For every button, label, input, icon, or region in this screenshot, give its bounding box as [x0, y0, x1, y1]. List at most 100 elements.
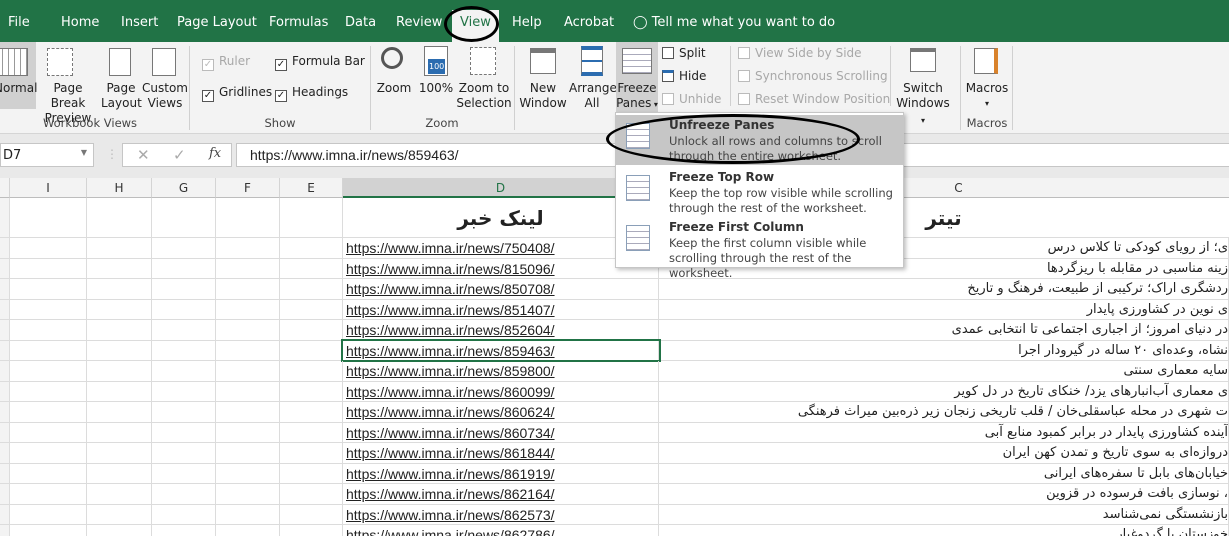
cell[interactable]	[216, 422, 280, 442]
link-cell[interactable]: https://www.imna.ir/news/862786/	[343, 525, 659, 536]
cell[interactable]	[216, 320, 280, 340]
cell[interactable]	[152, 238, 216, 258]
zoom-to-selection-button[interactable]: Zoom to Selection	[456, 42, 512, 111]
title-cell[interactable]: ، نوسازی بافت فرسوده در قزوین	[659, 484, 1229, 504]
cell[interactable]	[216, 258, 280, 278]
link-cell[interactable]: https://www.imna.ir/news/850708/	[343, 279, 659, 299]
cell[interactable]	[280, 320, 343, 340]
cell[interactable]	[280, 402, 343, 422]
cell[interactable]	[87, 402, 152, 422]
title-cell[interactable]: خیابان‌های بابل تا سفره‌های ایرانی	[659, 463, 1229, 483]
split-button[interactable]: Split	[662, 46, 706, 60]
cell[interactable]	[280, 340, 343, 360]
cell[interactable]	[10, 443, 87, 463]
cell[interactable]	[216, 238, 280, 258]
column-header-d[interactable]: D	[343, 178, 659, 198]
cell[interactable]	[152, 361, 216, 381]
row-header[interactable]	[0, 443, 10, 463]
row-header[interactable]	[0, 381, 10, 401]
zoom-button[interactable]: Zoom	[374, 42, 414, 96]
link-cell[interactable]: https://www.imna.ir/news/851407/	[343, 299, 659, 319]
tab-file[interactable]: File	[8, 15, 30, 30]
cell[interactable]	[87, 198, 152, 237]
tab-page-layout[interactable]: Page Layout	[177, 15, 257, 30]
link-cell[interactable]: https://www.imna.ir/news/859463/	[341, 338, 661, 362]
cell[interactable]	[152, 299, 216, 319]
enter-icon[interactable]: ✓	[173, 146, 186, 164]
cell[interactable]	[280, 381, 343, 401]
cell[interactable]	[152, 381, 216, 401]
macros-button[interactable]: Macros ▾	[964, 42, 1010, 111]
tab-home[interactable]: Home	[61, 15, 99, 30]
cell[interactable]	[152, 443, 216, 463]
cell[interactable]	[216, 381, 280, 401]
cell[interactable]	[10, 463, 87, 483]
cell[interactable]	[216, 402, 280, 422]
cell[interactable]	[216, 198, 280, 237]
arrange-all-button[interactable]: Arrange All	[569, 42, 617, 111]
cell[interactable]	[10, 238, 87, 258]
menu-item-freeze-first-column[interactable]: Freeze First Column Keep the first colum…	[616, 217, 903, 280]
title-cell[interactable]: ت شهری در محله عباسقلی‌خان / قلب تاریخی …	[659, 402, 1229, 422]
link-cell[interactable]: https://www.imna.ir/news/862164/	[343, 484, 659, 504]
cell[interactable]	[152, 258, 216, 278]
cell[interactable]	[280, 361, 343, 381]
link-cell[interactable]: https://www.imna.ir/news/852604/	[343, 320, 659, 340]
row-header[interactable]	[0, 402, 10, 422]
cell[interactable]	[216, 443, 280, 463]
cell[interactable]	[87, 361, 152, 381]
tab-formulas[interactable]: Formulas	[269, 15, 328, 30]
cell[interactable]	[152, 402, 216, 422]
cell[interactable]	[87, 299, 152, 319]
cell[interactable]	[10, 320, 87, 340]
cell[interactable]	[10, 198, 87, 237]
link-cell[interactable]: https://www.imna.ir/news/750408/	[343, 238, 659, 258]
cell[interactable]	[280, 443, 343, 463]
cell-d1[interactable]: لینک خبر	[343, 198, 659, 237]
select-all-corner[interactable]	[0, 178, 10, 198]
cell[interactable]	[152, 504, 216, 524]
cell[interactable]	[87, 238, 152, 258]
row-header[interactable]	[0, 422, 10, 442]
cell[interactable]	[280, 525, 343, 536]
row-header[interactable]	[0, 279, 10, 299]
cell[interactable]	[152, 198, 216, 237]
cell[interactable]	[152, 422, 216, 442]
row-header[interactable]	[0, 504, 10, 524]
title-cell[interactable]: سایه معماری سنتی	[659, 361, 1229, 381]
column-header-h[interactable]: H	[87, 178, 152, 198]
cell[interactable]	[280, 238, 343, 258]
name-box[interactable]: D7 ▼	[0, 143, 94, 167]
tab-data[interactable]: Data	[345, 15, 376, 30]
row-header[interactable]	[0, 484, 10, 504]
cell[interactable]	[216, 340, 280, 360]
cell[interactable]	[280, 258, 343, 278]
title-cell[interactable]: خوزستان با گردوغبار	[659, 525, 1229, 536]
title-cell[interactable]: در دنیای امروز؛ از اجباری اجتماعی تا انت…	[659, 320, 1229, 340]
link-cell[interactable]: https://www.imna.ir/news/859800/	[343, 361, 659, 381]
cell[interactable]	[87, 525, 152, 536]
hide-button[interactable]: Hide	[662, 69, 706, 83]
title-cell[interactable]: ی نوین در کشاورزی پایدار	[659, 299, 1229, 319]
tab-acrobat[interactable]: Acrobat	[564, 15, 614, 30]
row-header[interactable]	[0, 258, 10, 278]
row-header[interactable]	[0, 299, 10, 319]
cell[interactable]	[216, 484, 280, 504]
insert-function-icon[interactable]: fx	[209, 146, 221, 161]
cell[interactable]	[10, 525, 87, 536]
column-header-g[interactable]: G	[152, 178, 216, 198]
link-cell[interactable]: https://www.imna.ir/news/815096/	[343, 258, 659, 278]
cell[interactable]	[216, 525, 280, 536]
page-break-preview-button[interactable]: Page Break Preview	[37, 42, 99, 126]
cell[interactable]	[10, 504, 87, 524]
title-cell[interactable]: نشاه، وعده‌ای ۲۰ ساله در گیرودار اجرا	[659, 340, 1229, 360]
gridlines-checkbox[interactable]: ✓ Gridlines	[202, 85, 272, 102]
cell[interactable]	[280, 484, 343, 504]
link-cell[interactable]: https://www.imna.ir/news/861844/	[343, 443, 659, 463]
custom-views-button[interactable]: Custom Views	[142, 42, 188, 111]
cell[interactable]	[152, 279, 216, 299]
row-header[interactable]	[0, 361, 10, 381]
title-cell[interactable]: ی معماری آب‌انبارهای یزد/ خنکای تاریخ در…	[659, 381, 1229, 401]
row-header[interactable]	[0, 340, 10, 360]
new-window-button[interactable]: New Window	[518, 42, 568, 111]
